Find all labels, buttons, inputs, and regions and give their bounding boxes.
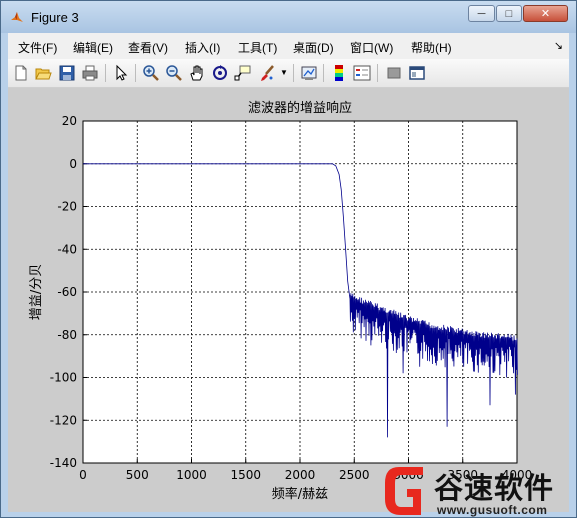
select-arrow-icon[interactable]: [112, 64, 130, 82]
menu-edit[interactable]: 编辑(E): [73, 39, 113, 56]
new-figure-icon[interactable]: [12, 64, 30, 82]
y-tick-label: 20: [62, 114, 77, 128]
hide-plot-tools-icon[interactable]: [385, 64, 403, 82]
y-tick-label: -80: [57, 328, 77, 342]
link-plot-icon[interactable]: [300, 64, 318, 82]
watermark-url: www.gusuoft.com: [437, 503, 548, 517]
maximize-button[interactable]: □: [496, 5, 522, 22]
menu-view[interactable]: 查看(V): [128, 39, 168, 56]
window-title: Figure 3: [31, 10, 79, 25]
toolbar-separator: [323, 64, 324, 82]
zoom-in-icon[interactable]: [142, 64, 160, 82]
zoom-out-icon[interactable]: [165, 64, 183, 82]
y-tick-label: -40: [57, 242, 77, 256]
close-button[interactable]: ✕: [523, 5, 568, 22]
menu-desktop[interactable]: 桌面(D): [293, 39, 334, 56]
toolbar-separator: [377, 64, 378, 82]
x-tick-label: 500: [126, 468, 149, 482]
watermark-name: 谷速软件: [434, 471, 555, 505]
figure-canvas: 05001000150020002500300035004000200-20-4…: [8, 88, 569, 512]
x-tick-label: 2000: [285, 468, 316, 482]
y-tick-label: -120: [50, 413, 77, 427]
colorbar-icon[interactable]: [330, 64, 348, 82]
plot-axes[interactable]: 05001000150020002500300035004000200-20-4…: [8, 88, 569, 512]
toolbar: ▼: [8, 59, 569, 88]
menu-overflow-icon[interactable]: ↘: [554, 39, 563, 52]
menu-tools[interactable]: 工具(T): [238, 39, 277, 56]
brush-dropdown-icon[interactable]: ▼: [280, 68, 288, 77]
y-tick-label: -140: [50, 456, 77, 470]
pan-hand-icon[interactable]: [188, 64, 206, 82]
menu-file[interactable]: 文件(F): [18, 39, 57, 56]
title-bar[interactable]: Figure 3 ─ □ ✕: [1, 1, 576, 33]
x-tick-label: 1000: [176, 468, 207, 482]
open-file-icon[interactable]: [34, 64, 52, 82]
x-axis-label: 频率/赫兹: [272, 486, 328, 502]
y-axis-label: 增益/分贝: [29, 264, 44, 320]
data-cursor-icon[interactable]: [234, 64, 252, 82]
gusu-logo-icon: [385, 467, 423, 515]
window-client: 文件(F) 编辑(E) 查看(V) 插入(I) 工具(T) 桌面(D) 窗口(W…: [8, 33, 569, 512]
save-icon[interactable]: [58, 64, 76, 82]
legend-icon[interactable]: [353, 64, 371, 82]
menu-bar: 文件(F) 编辑(E) 查看(V) 插入(I) 工具(T) 桌面(D) 窗口(W…: [8, 33, 569, 59]
menu-insert[interactable]: 插入(I): [185, 39, 220, 56]
x-tick-label: 1500: [230, 468, 261, 482]
toolbar-separator: [135, 64, 136, 82]
y-tick-label: -100: [50, 371, 77, 385]
menu-help[interactable]: 帮助(H): [411, 39, 452, 56]
figure-window: Figure 3 ─ □ ✕ 文件(F) 编辑(E) 查看(V) 插入(I) 工…: [0, 0, 577, 518]
menu-window[interactable]: 窗口(W): [350, 39, 393, 56]
minimize-button[interactable]: ─: [468, 5, 495, 22]
print-icon[interactable]: [81, 64, 99, 82]
rotate-3d-icon[interactable]: [211, 64, 229, 82]
x-tick-label: 2500: [339, 468, 370, 482]
matlab-logo-icon: [11, 12, 23, 22]
y-tick-label: 0: [69, 157, 77, 171]
x-tick-label: 0: [79, 468, 87, 482]
brush-icon[interactable]: [258, 64, 276, 82]
y-tick-label: -60: [57, 285, 77, 299]
watermark-logo: 谷速软件 www.gusuoft.com: [379, 459, 577, 519]
toolbar-separator: [293, 64, 294, 82]
chart-title: 滤波器的增益响应: [248, 100, 352, 116]
y-tick-label: -20: [57, 200, 77, 214]
show-plot-tools-icon[interactable]: [408, 64, 426, 82]
toolbar-separator: [105, 64, 106, 82]
